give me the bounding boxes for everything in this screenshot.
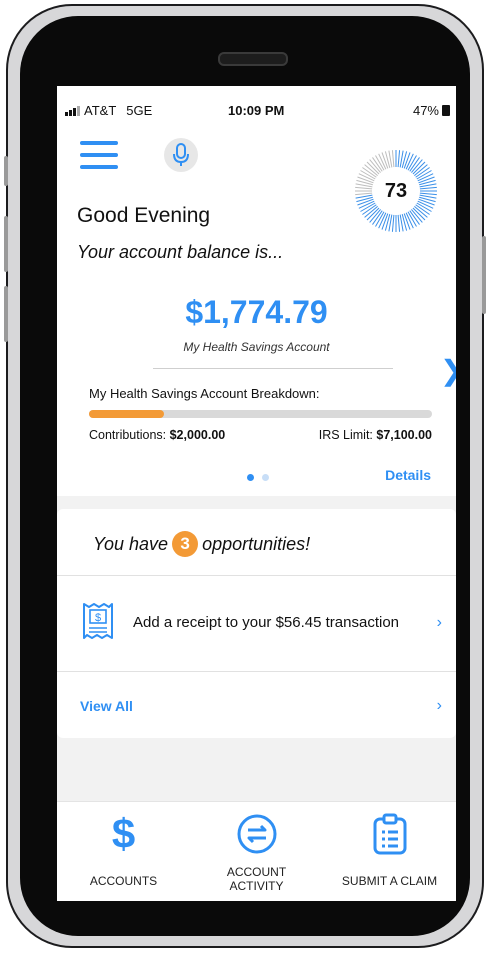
irs-limit-value: $7,100.00 <box>376 428 432 442</box>
mute-switch <box>4 156 8 186</box>
bottom-tab-bar: $ ACCOUNTS ACCOUNT ACTIVITY SUBMIT A CLA… <box>57 801 456 901</box>
tab-label-line2: ACTIVITY <box>229 879 284 893</box>
tab-account-activity[interactable]: ACCOUNT ACTIVITY <box>190 802 323 901</box>
opportunities-suffix: opportunities! <box>202 533 311 554</box>
contribution-progress-fill <box>89 410 165 418</box>
next-account-chevron-icon[interactable]: ❯ <box>440 354 456 387</box>
earpiece-speaker <box>218 52 288 66</box>
contributions-value: $2,000.00 <box>169 428 226 442</box>
exchange-arrows-icon <box>190 812 323 856</box>
carrier-name: AT&T <box>84 103 117 118</box>
tab-accounts[interactable]: $ ACCOUNTS <box>57 802 190 901</box>
account-balance: $1,774.79 <box>185 294 328 330</box>
irs-limit-label: IRS Limit: <box>318 428 373 442</box>
volume-down-button <box>4 286 8 342</box>
tab-label: ACCOUNTS <box>89 874 158 888</box>
carousel-page-indicator[interactable] <box>247 474 269 481</box>
account-summary: 73 Good Evening Your account balance is.… <box>57 128 456 496</box>
volume-up-button <box>4 216 8 272</box>
tab-submit-claim[interactable]: SUBMIT A CLAIM <box>323 802 456 901</box>
add-receipt-row[interactable]: $ Add a receipt to your $56.45 transacti… <box>57 576 456 671</box>
opportunities-card: You have 3 opportunities! $ Add a receip… <box>57 509 456 738</box>
receipt-icon: $ <box>83 603 113 639</box>
contributions-summary: Contributions: $2,000.00 <box>89 428 225 442</box>
account-name: My Health Savings Account <box>183 340 330 354</box>
details-link[interactable]: Details <box>385 467 431 483</box>
page-dot <box>262 474 269 481</box>
signal-strength-icon <box>65 105 80 116</box>
greeting-subtitle: Your account balance is... <box>77 242 284 262</box>
chevron-right-icon[interactable]: › <box>437 697 442 715</box>
chevron-right-icon: › <box>436 614 442 631</box>
contribution-progress-bar <box>89 410 432 418</box>
page-dot-active <box>247 474 254 481</box>
tab-label-line1: ACCOUNT <box>226 865 287 879</box>
opportunities-count-badge: 3 <box>172 531 199 557</box>
app-screen: AT&T 5GE 10:09 PM 47% 73 Good Evening Yo… <box>57 86 456 901</box>
power-button <box>482 236 486 314</box>
svg-text:$: $ <box>95 612 101 624</box>
microphone-icon[interactable] <box>164 138 198 172</box>
tab-label: ACCOUNT ACTIVITY <box>190 865 323 893</box>
tab-label: SUBMIT A CLAIM <box>341 874 438 888</box>
clipboard-icon <box>323 812 456 856</box>
network-type: 5GE <box>126 103 153 118</box>
divider <box>153 368 393 369</box>
health-score-value: 73 <box>384 179 408 202</box>
view-all-link[interactable]: View All <box>80 698 133 714</box>
battery-icon <box>442 105 450 116</box>
breakdown-title: My Health Savings Account Breakdown: <box>89 386 320 401</box>
dollar-icon: $ <box>111 810 136 857</box>
divider <box>57 671 456 672</box>
status-bar: AT&T 5GE 10:09 PM 47% <box>57 86 456 128</box>
opportunities-heading: You have 3 opportunities! <box>93 531 310 557</box>
opportunities-prefix: You have <box>93 533 169 554</box>
irs-limit-summary: IRS Limit: $7,100.00 <box>319 428 432 442</box>
contributions-label: Contributions: <box>89 428 167 442</box>
greeting-title: Good Evening <box>77 204 211 227</box>
battery-percent: 47% <box>412 103 439 118</box>
receipt-task-text: Add a receipt to your $56.45 transaction <box>133 614 400 631</box>
status-time: 10:09 PM <box>228 103 285 118</box>
hamburger-menu-icon[interactable] <box>80 141 118 169</box>
